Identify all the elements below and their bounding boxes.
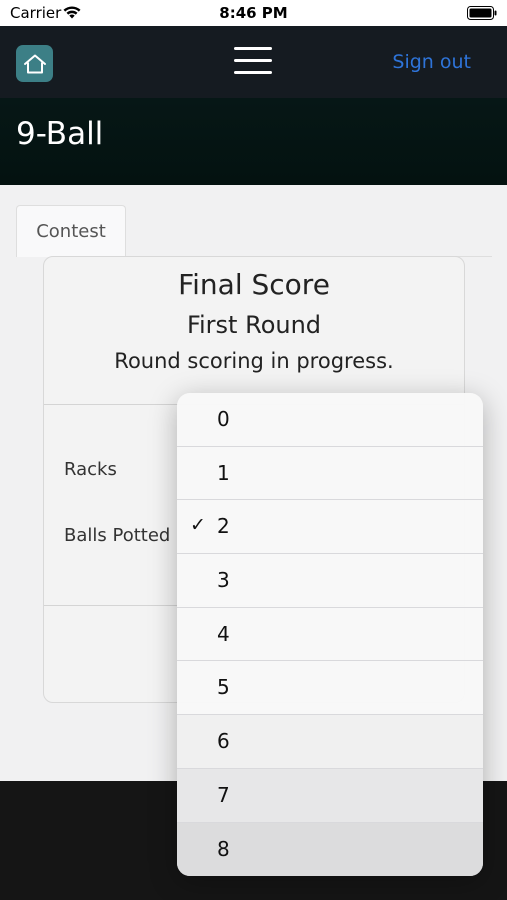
picker-option-3[interactable]: 3 <box>177 554 483 608</box>
picker-option-7[interactable]: 7 <box>177 768 483 823</box>
navbar: Sign out <box>0 26 507 98</box>
card-header: Final Score First Round Round scoring in… <box>44 257 464 405</box>
card-title: Final Score <box>178 268 330 301</box>
status-bar: Carrier 8:46 PM <box>0 0 507 26</box>
menu-icon-bar <box>234 47 272 50</box>
option-value: 5 <box>217 675 230 700</box>
option-value: 2 <box>217 514 230 539</box>
page-title: 9-Ball <box>16 116 104 152</box>
menu-button[interactable] <box>234 45 274 77</box>
picker-option-5[interactable]: 5 <box>177 661 483 716</box>
picker-option-1[interactable]: 1 <box>177 447 483 501</box>
home-icon <box>23 54 46 73</box>
picker-option-4[interactable]: 4 <box>177 608 483 662</box>
menu-icon-bar <box>234 59 272 62</box>
option-value: 0 <box>217 407 230 431</box>
battery-icon <box>467 6 497 20</box>
title-band: 9-Ball <box>0 98 507 185</box>
card-subtitle: First Round <box>186 311 322 339</box>
tab-contest[interactable]: Contest <box>16 205 126 257</box>
option-value: 1 <box>217 460 230 485</box>
racks-label: Racks <box>64 459 117 480</box>
sign-out-link[interactable]: Sign out <box>392 51 471 73</box>
home-button[interactable] <box>16 45 53 82</box>
card-status: Round scoring in progress. <box>114 349 394 373</box>
option-value: 7 <box>217 782 230 807</box>
balls-potted-label: Balls Potted <box>64 525 171 546</box>
clock: 8:46 PM <box>219 4 288 22</box>
option-value: 8 <box>217 836 230 861</box>
option-value: 6 <box>217 729 230 754</box>
option-value: 3 <box>217 568 230 593</box>
picker-option-6[interactable]: 6 <box>177 715 483 769</box>
menu-icon-bar <box>234 71 272 74</box>
picker-option-2[interactable]: ✓ 2 <box>177 500 483 555</box>
picker-option-8[interactable]: 8 <box>177 822 483 876</box>
picker-option-0[interactable]: 0 <box>177 393 483 447</box>
option-value: 4 <box>217 621 230 646</box>
checkmark-icon: ✓ <box>190 514 206 537</box>
balls-potted-picker[interactable]: 0 1 ✓ 2 3 4 5 6 7 8 <box>177 393 483 876</box>
